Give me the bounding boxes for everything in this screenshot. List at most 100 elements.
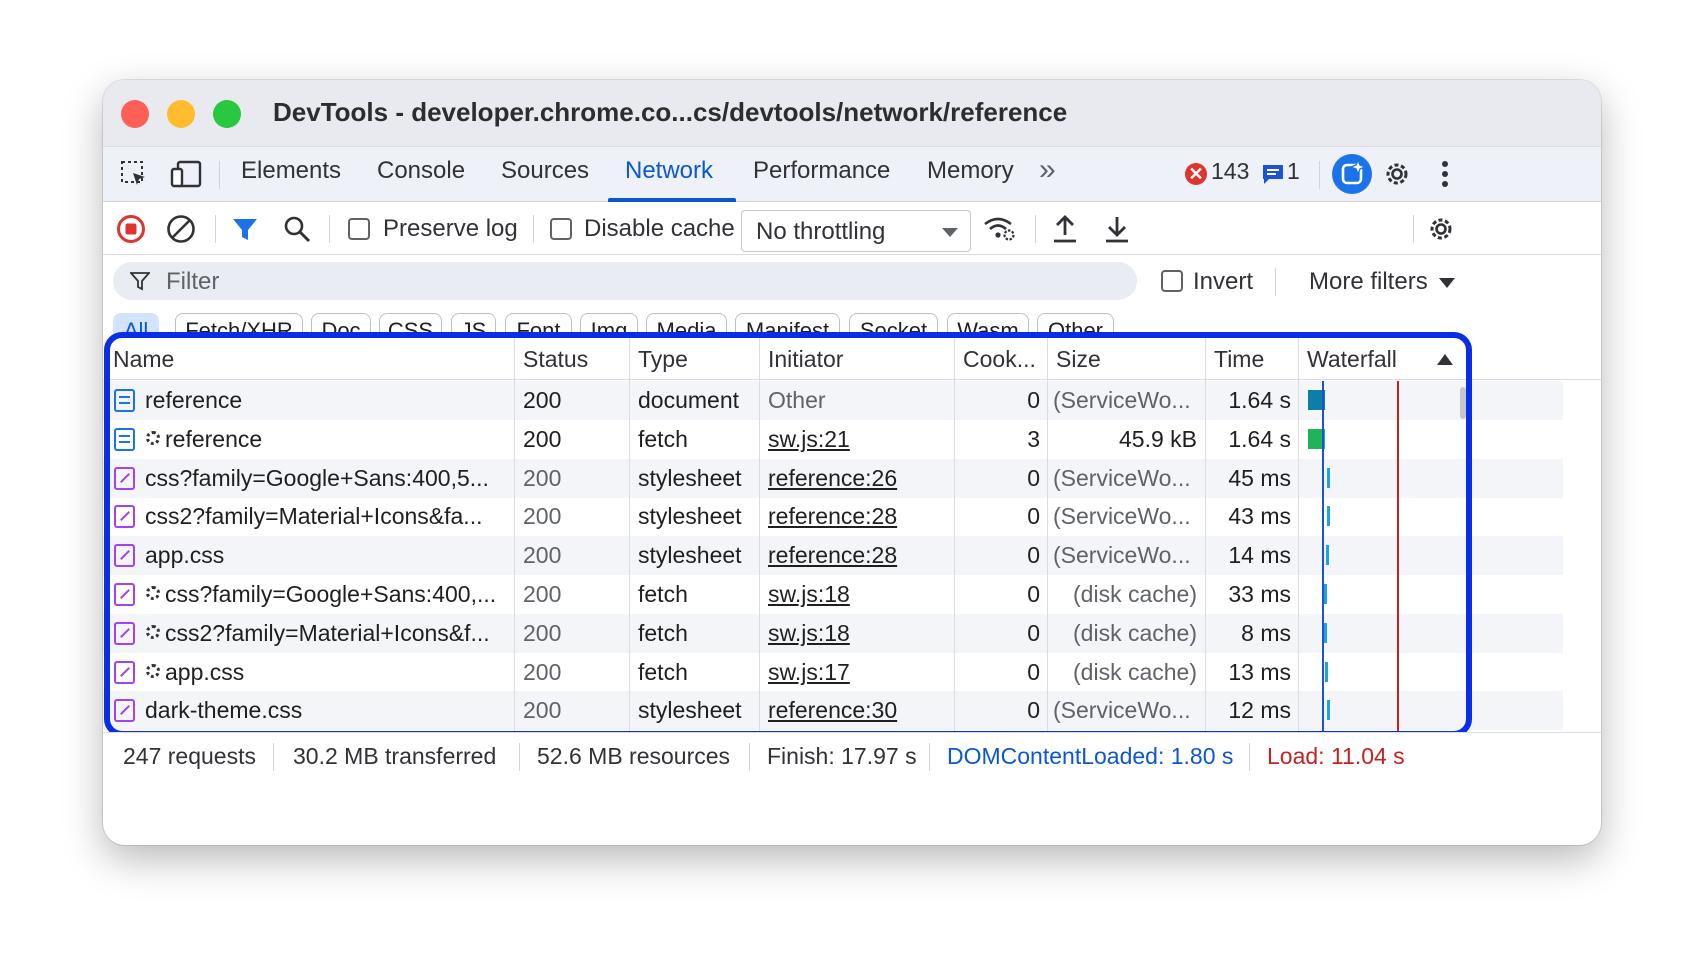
table-row[interactable]: css?family=Google+Sans:400,5... 200 styles… [103,458,1563,498]
column-waterfall[interactable]: Waterfall [1307,346,1397,373]
stylesheet-file-icon [114,544,135,568]
table-row[interactable]: reference 200 fetch sw.js:21 3 45.9 kB 1.64 s [103,420,1563,459]
waterfall-bar[interactable] [1324,584,1327,604]
request-type: fetch [638,658,688,685]
request-name: css?family=Google+Sans:400,5... [145,464,489,491]
request-initiator[interactable]: sw.js:17 [768,659,948,686]
request-type: stylesheet [638,503,742,530]
waterfall-bar[interactable] [1327,467,1330,488]
filter-placeholder: Filter [166,268,220,295]
request-status: 200 [523,387,562,413]
error-count[interactable]: 143 [1211,158,1249,185]
toolbar-separator [1413,215,1414,243]
throttling-select[interactable]: No throttling [741,210,971,252]
request-initiator[interactable]: reference:26 [768,465,948,492]
network-conditions-wifi-icon[interactable] [981,213,1017,245]
service-worker-gear-icon [146,663,160,678]
close-window-button[interactable] [121,100,149,128]
caret-down-icon[interactable] [1439,278,1455,288]
request-time: 1.64 s [1228,387,1291,413]
request-status: 200 [523,697,562,724]
table-row[interactable]: css2?family=Material+Icons&f... 200 fetch s… [103,613,1563,653]
request-type: fetch [638,619,688,646]
ai-assistance-icon[interactable] [1332,154,1372,194]
request-time: 43 ms [1228,503,1291,530]
more-tabs-chevron-icon[interactable]: » [1039,153,1056,187]
waterfall-bar[interactable] [1327,506,1330,527]
column-type[interactable]: Type [638,346,688,373]
filter-funnel-icon[interactable] [229,213,261,245]
invert-checkbox[interactable] [1161,270,1183,292]
waterfall-bar[interactable] [1327,700,1330,721]
dom-content-loaded-time: DOMContentLoaded: 1.80 s [947,743,1234,769]
preserve-log-checkbox[interactable] [348,218,370,240]
scrollbar-thumb[interactable] [1460,387,1466,419]
table-row[interactable]: reference 200 document Other 0 (ServiceWo... 1… [103,381,1563,420]
table-row[interactable]: css?family=Google+Sans:400,... 200 fetch sw… [103,575,1563,614]
request-initiator[interactable]: reference:30 [768,697,948,724]
title-bar: DevTools - developer.chrome.co...cs/devt… [103,80,1601,146]
error-count-icon[interactable]: ✕ [1185,163,1207,185]
table-row[interactable]: app.css 200 fetch sw.js:17 0 (disk cache) 13 m… [103,653,1563,692]
column-time[interactable]: Time [1214,346,1264,373]
message-icon[interactable] [1261,162,1285,186]
window-title: DevTools - developer.chrome.co...cs/devt… [273,97,1068,127]
network-settings-gear-icon[interactable] [1423,212,1459,246]
tab-memory[interactable]: Memory [927,157,1014,185]
more-options-kebab-icon[interactable] [1433,156,1457,192]
minimize-window-button[interactable] [167,100,195,128]
column-cookies[interactable]: Cook... [963,346,1036,373]
request-initiator[interactable]: sw.js:18 [768,620,948,647]
tab-elements[interactable]: Elements [241,157,341,185]
clear-log-icon[interactable] [165,213,197,245]
table-row[interactable]: dark-theme.css 200 stylesheet reference:30 0… [103,691,1563,731]
waterfall-bar[interactable] [1324,622,1327,643]
request-cookies: 0 [1027,619,1040,646]
column-name[interactable]: Name [113,346,174,373]
toolbar-separator [1035,215,1036,243]
tab-console[interactable]: Console [377,157,465,185]
request-name: dark-theme.css [145,697,303,724]
request-status: 200 [523,425,562,452]
request-type: stylesheet [638,464,742,491]
export-har-download-icon[interactable] [1101,212,1133,246]
column-divider [514,337,515,732]
request-initiator[interactable]: reference:28 [768,503,948,530]
column-initiator[interactable]: Initiator [768,346,843,373]
table-row[interactable]: css2?family=Material+Icons&fa... 200 style… [103,497,1563,536]
request-initiator[interactable]: sw.js:21 [768,426,948,453]
request-cookies: 0 [1027,542,1040,569]
request-name: css2?family=Material+Icons&fa... [145,503,483,530]
request-initiator[interactable]: reference:28 [768,542,948,569]
request-type: stylesheet [638,697,742,724]
request-name: reference [165,425,263,452]
zoom-window-button[interactable] [213,100,241,128]
message-count[interactable]: 1 [1287,158,1300,185]
column-size[interactable]: Size [1056,346,1101,373]
tab-network[interactable]: Network [625,157,713,185]
disable-cache-checkbox[interactable] [550,218,572,240]
settings-gear-icon[interactable] [1379,156,1415,192]
tab-sources[interactable]: Sources [501,157,589,185]
stop-recording-icon[interactable] [115,213,147,245]
tab-performance[interactable]: Performance [753,157,890,185]
waterfall-bar[interactable] [1326,545,1329,566]
requests-table: Name Status Type Initiator Cook... Size … [103,337,1601,732]
waterfall-bar[interactable] [1325,661,1328,682]
stylesheet-file-icon [114,505,135,529]
disable-cache-label[interactable]: Disable cache [584,215,735,243]
inspect-element-icon[interactable] [117,157,151,191]
import-har-upload-icon[interactable] [1049,212,1081,246]
service-worker-gear-icon [146,586,160,600]
table-row[interactable]: app.css 200 stylesheet reference:28 0 (Servic… [103,536,1563,576]
search-icon[interactable] [281,213,313,245]
invert-label[interactable]: Invert [1193,268,1253,296]
sort-ascending-icon[interactable] [1437,354,1453,365]
column-status[interactable]: Status [523,346,588,373]
filter-input[interactable]: Filter [113,262,1137,300]
preserve-log-label[interactable]: Preserve log [383,215,518,243]
request-initiator[interactable]: sw.js:18 [768,581,948,608]
more-filters-button[interactable]: More filters [1309,268,1428,296]
device-toolbar-icon[interactable] [169,157,205,191]
document-file-icon [114,389,135,412]
